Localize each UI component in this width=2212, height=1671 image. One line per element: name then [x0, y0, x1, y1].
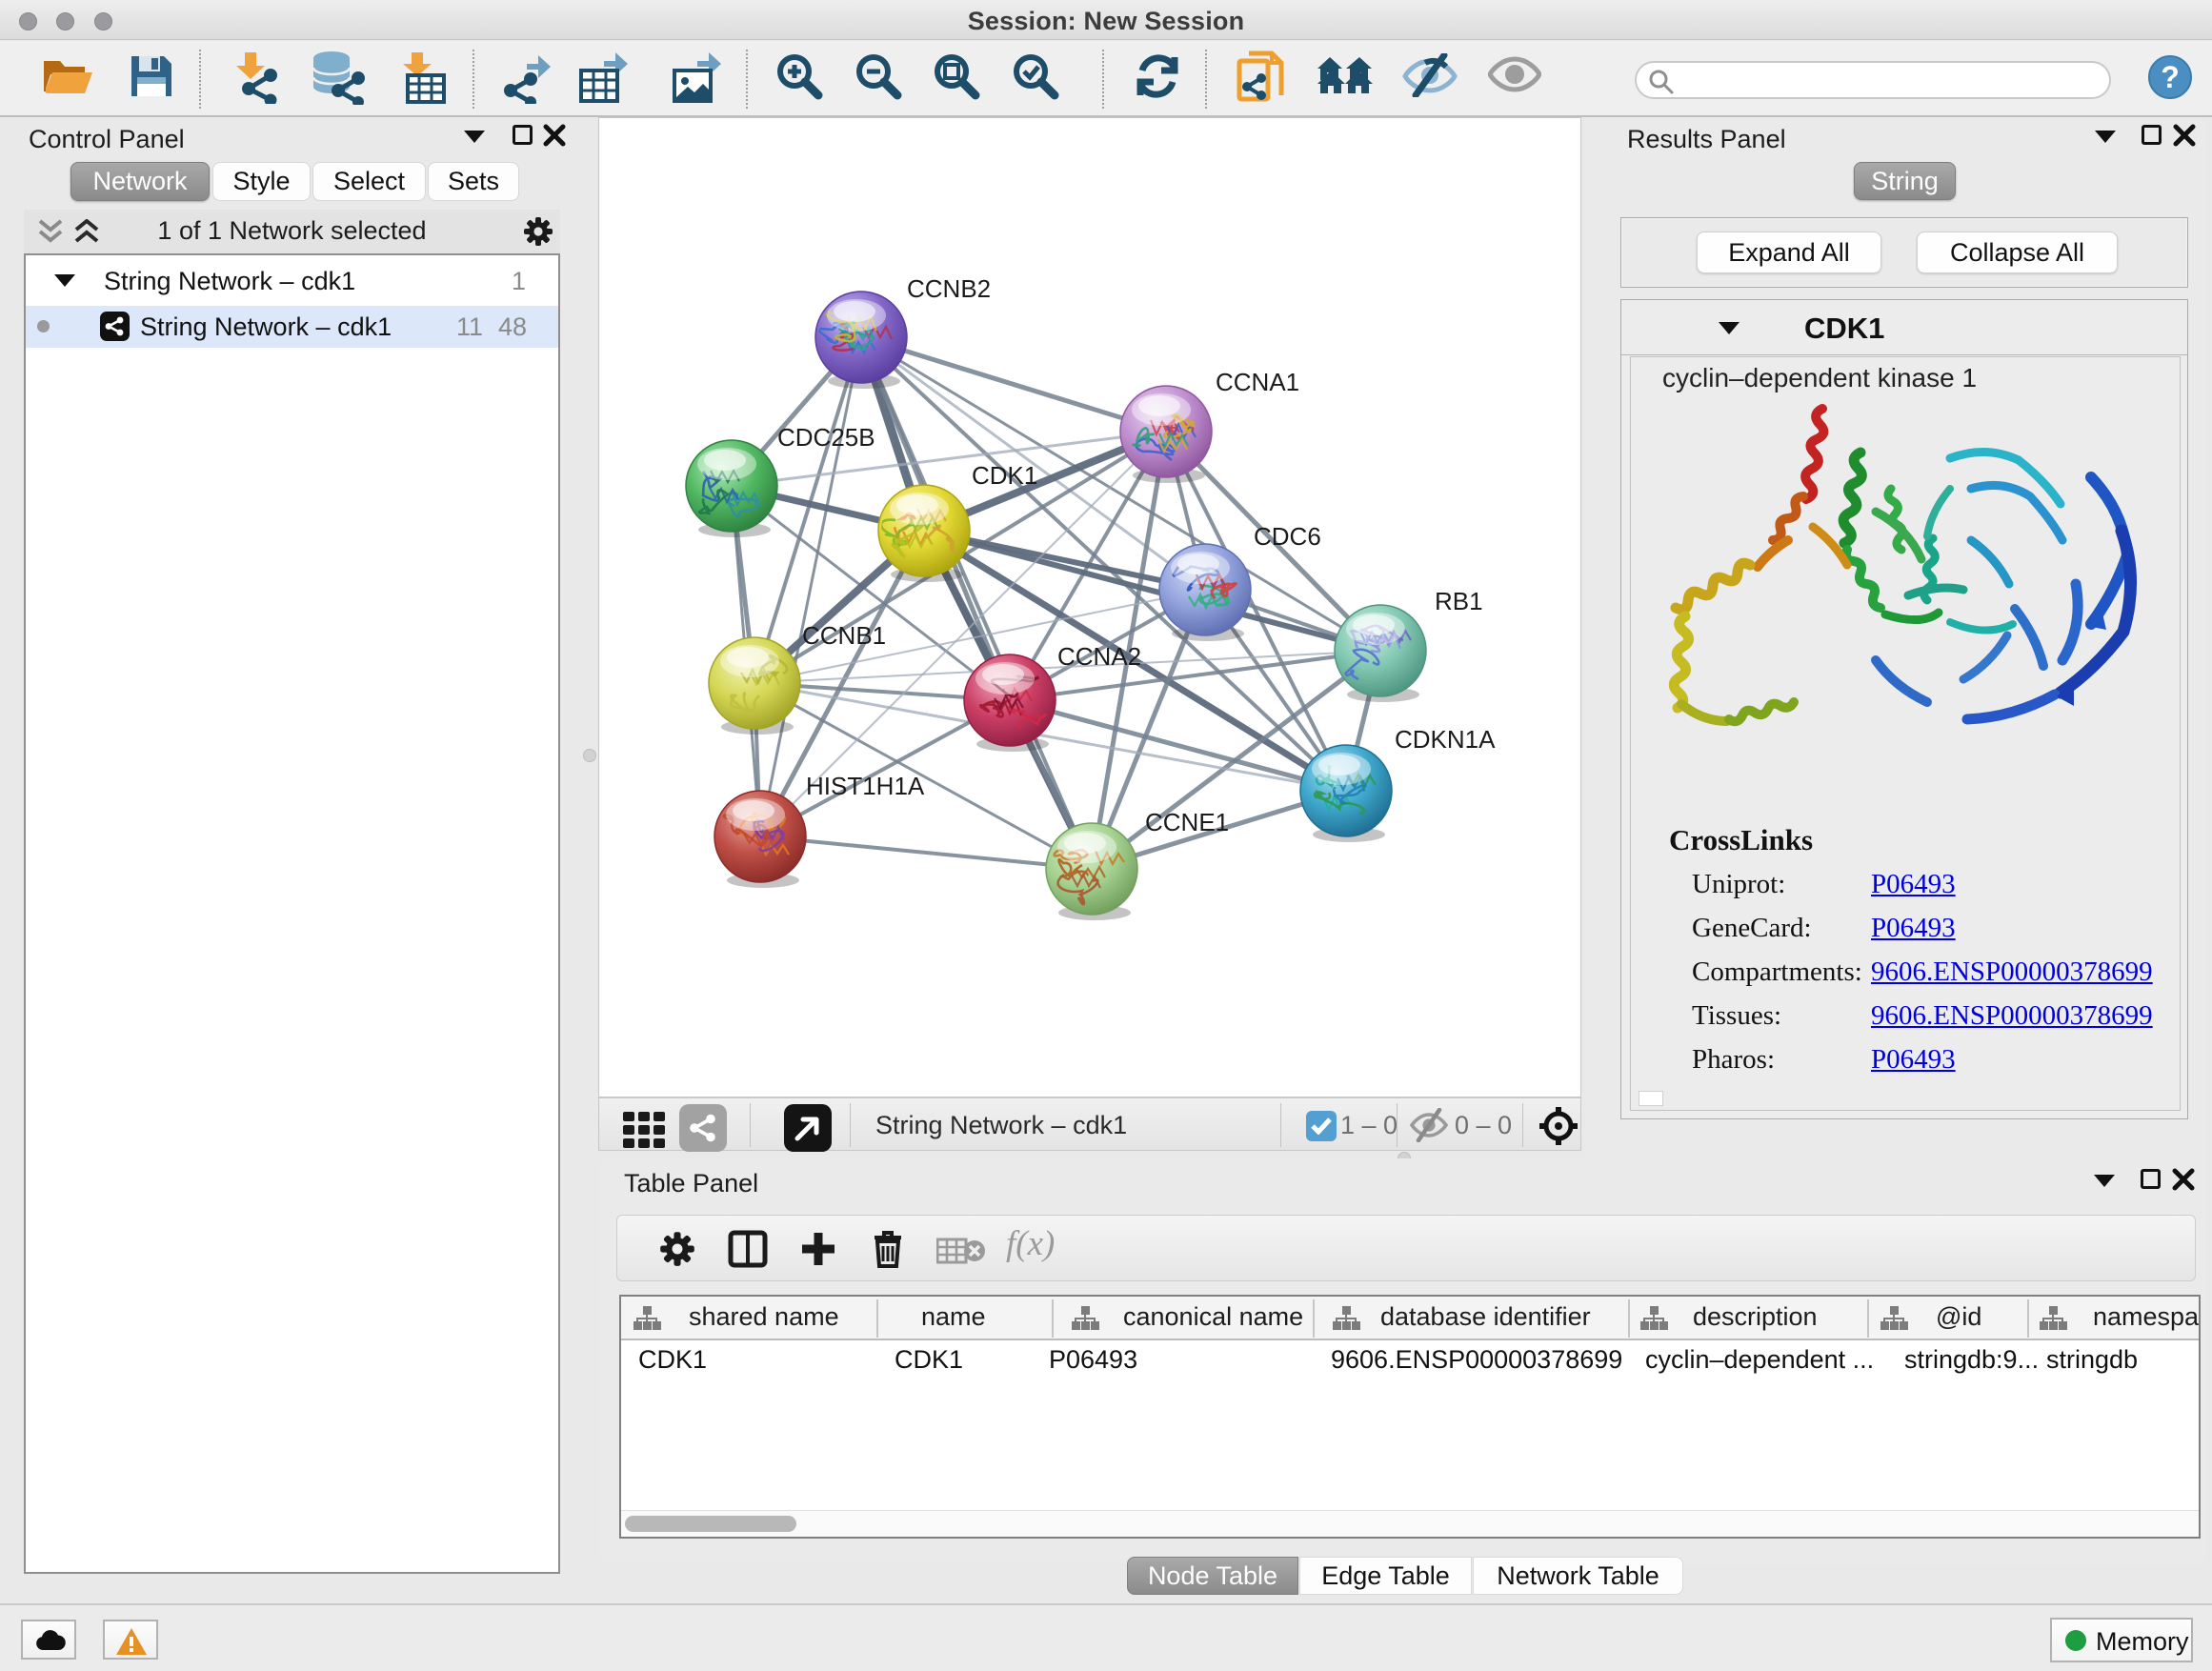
svg-text:CDKN1A: CDKN1A	[1395, 725, 1496, 754]
svg-text:?: ?	[2161, 60, 2180, 94]
svg-text:CCNE1: CCNE1	[1145, 808, 1229, 836]
svg-text:CCNA2: CCNA2	[1057, 642, 1141, 671]
svg-text:CDC6: CDC6	[1254, 522, 1321, 551]
svg-text:CDK1: CDK1	[972, 461, 1037, 490]
svg-text:HIST1H1A: HIST1H1A	[806, 772, 925, 800]
svg-text:CCNA1: CCNA1	[1216, 368, 1299, 396]
svg-text:CCNB2: CCNB2	[907, 274, 991, 303]
svg-text:CDC25B: CDC25B	[777, 423, 875, 452]
svg-text:CCNB1: CCNB1	[802, 621, 886, 650]
svg-text:RB1: RB1	[1435, 587, 1483, 615]
